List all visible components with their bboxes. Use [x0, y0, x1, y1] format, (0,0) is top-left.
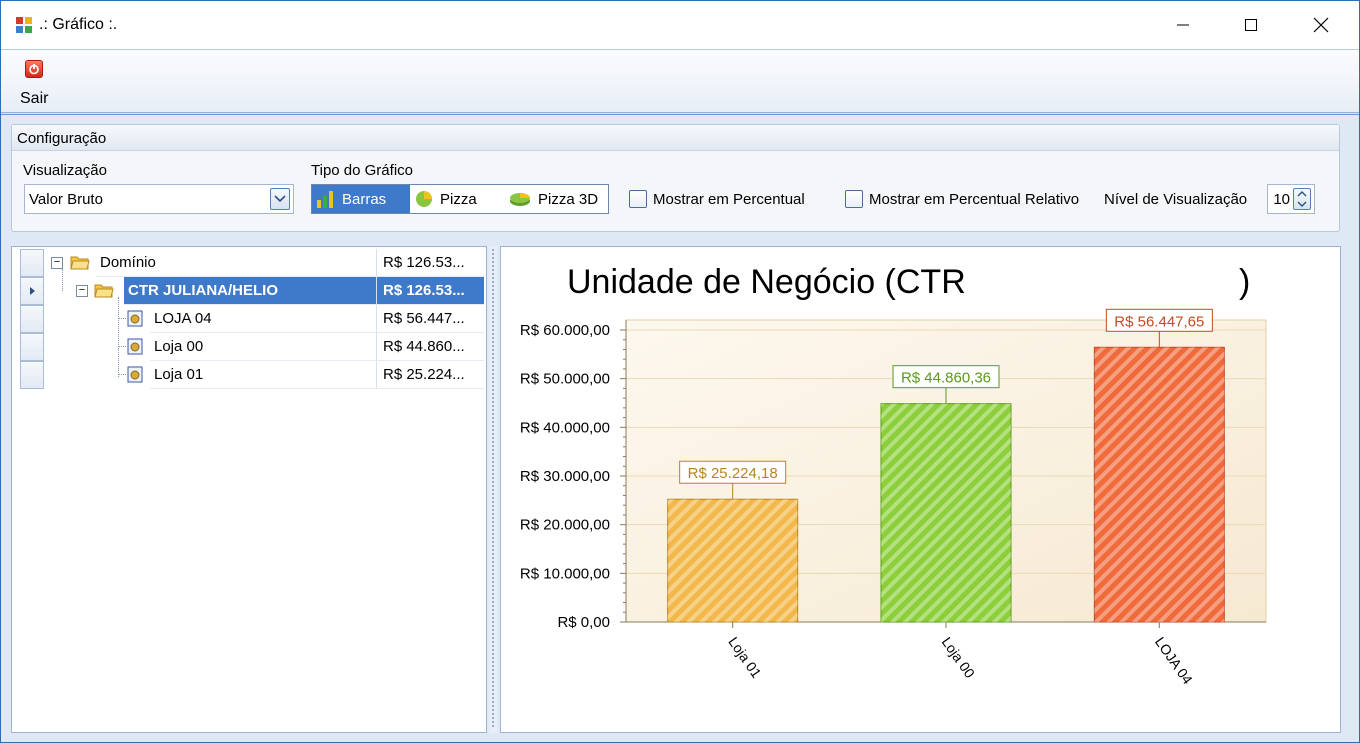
tree-row-name: Loja 00: [150, 333, 376, 361]
minimize-icon: [1177, 24, 1189, 26]
row-indicator: [20, 249, 44, 277]
tipo-grafico-label: Tipo do Gráfico: [311, 162, 413, 179]
tree-row-value: R$ 25.224...: [376, 361, 484, 389]
chart-panel: Unidade de Negócio (CTR ) R$ 0,00 R$ 10.0…: [500, 246, 1341, 733]
panel-splitter[interactable]: [489, 246, 497, 733]
tree-row-name: CTR JULIANA/HELIO: [124, 277, 376, 305]
percentual-checkbox[interactable]: [629, 190, 647, 208]
x-tick-label: Loja 00: [939, 634, 979, 681]
chart-type-label: Pizza: [440, 190, 477, 208]
visualizacao-label: Visualização: [23, 162, 107, 179]
tree-row-value: R$ 56.447...: [376, 305, 484, 333]
spinner-arrows-icon[interactable]: [1293, 188, 1311, 210]
chart-type-label: Barras: [342, 190, 387, 208]
tree-row-value: R$ 126.53...: [376, 249, 484, 277]
chart-type-label: Pizza 3D: [538, 190, 599, 208]
close-button[interactable]: [1291, 1, 1351, 49]
maximize-button[interactable]: [1221, 1, 1281, 49]
percentual-label: Mostrar em Percentual: [653, 191, 805, 208]
nivel-value: 10: [1273, 191, 1290, 208]
y-tick-label: R$ 30.000,00: [520, 468, 610, 485]
tree-list: − Domínio R$ 126.53... − CTR JULIANA/HEL…: [11, 246, 487, 733]
tree-row-loja[interactable]: Loja 00 R$ 44.860...: [12, 333, 486, 361]
y-tick-label: R$ 50.000,00: [520, 371, 610, 388]
app-window: .: Gráfico :. Sair Configuração Visualiz: [0, 0, 1360, 743]
row-indicator: [20, 277, 44, 305]
tree-row-dominio[interactable]: − Domínio R$ 126.53...: [12, 249, 486, 277]
window-title: .: Gráfico :.: [39, 16, 118, 33]
config-group: Configuração Visualização Valor Bruto Ti…: [11, 124, 1340, 232]
tree-row-loja[interactable]: LOJA 04 R$ 56.447...: [12, 305, 486, 333]
chart-type-pizza-3d[interactable]: Pizza 3D: [504, 185, 608, 213]
bar-chart: Unidade de Negócio (CTR ) R$ 0,00 R$ 10.0…: [520, 263, 1267, 687]
title-bar: .: Gráfico :.: [1, 1, 1359, 49]
y-tick-label: R$ 20.000,00: [520, 517, 610, 534]
chevron-down-icon[interactable]: [270, 188, 290, 210]
y-tick-label: R$ 10.000,00: [520, 565, 610, 582]
chart-type-barras[interactable]: Barras: [312, 185, 410, 213]
bar-chart-icon: [317, 191, 333, 208]
collapse-icon[interactable]: −: [51, 257, 63, 269]
store-icon: [127, 310, 143, 327]
tree-row-loja[interactable]: Loja 01 R$ 25.224...: [12, 361, 486, 389]
tree-row-value: R$ 44.860...: [376, 333, 484, 361]
y-tick-label: R$ 40.000,00: [520, 419, 610, 436]
data-label: R$ 44.860,36: [901, 370, 991, 387]
config-title: Configuração: [12, 125, 1339, 151]
chart-type-pizza[interactable]: Pizza: [410, 185, 504, 213]
nivel-label: Nível de Visualização: [1104, 191, 1248, 208]
store-icon: [127, 366, 143, 383]
exit-label: Sair: [20, 90, 49, 107]
power-icon: [25, 60, 43, 78]
visualizacao-value: Valor Bruto: [29, 191, 103, 208]
toolbar: Sair: [1, 49, 1359, 113]
bar-hatch: [881, 403, 1011, 622]
collapse-icon[interactable]: −: [76, 285, 88, 297]
tree-row-name: Domínio: [96, 249, 376, 277]
chart-title: Unidade de Negócio (CTR: [567, 263, 966, 301]
tree-row-name: LOJA 04: [150, 305, 376, 333]
data-label: R$ 25.224,18: [688, 465, 778, 482]
x-tick-label: LOJA 04: [1152, 634, 1196, 687]
nivel-spinner[interactable]: 10: [1267, 184, 1315, 214]
minimize-button[interactable]: [1153, 1, 1213, 49]
bar-hatch: [667, 499, 798, 622]
percentual-relativo-label: Mostrar em Percentual Relativo: [869, 191, 1080, 208]
store-icon: [127, 338, 143, 355]
tree-row-ctr[interactable]: − CTR JULIANA/HELIO R$ 126.53...: [12, 277, 486, 305]
x-tick-label: Loja 01: [725, 634, 765, 681]
tree-row-name: Loja 01: [150, 361, 376, 389]
y-tick-label: R$ 60.000,00: [520, 322, 610, 339]
main-area: Configuração Visualização Valor Bruto Ti…: [1, 114, 1359, 742]
pie-3d-icon: [510, 193, 530, 206]
bar-hatch: [1094, 347, 1225, 622]
maximize-icon: [1245, 19, 1257, 31]
y-tick-label: R$ 0,00: [557, 614, 610, 631]
folder-icon: [70, 256, 90, 270]
close-icon: [1313, 17, 1329, 33]
folder-icon: [94, 284, 114, 298]
current-row-arrow-icon: [30, 287, 35, 295]
exit-button[interactable]: Sair: [11, 54, 57, 110]
chart-type-selector: Barras Pizza Pizza 3D: [311, 184, 609, 214]
row-indicator: [20, 333, 44, 361]
row-indicator: [20, 361, 44, 389]
visualizacao-select[interactable]: Valor Bruto: [24, 184, 294, 214]
data-label: R$ 56.447,65: [1114, 313, 1204, 330]
row-indicator: [20, 305, 44, 333]
tree-row-value: R$ 126.53...: [376, 277, 484, 305]
percentual-relativo-checkbox[interactable]: [845, 190, 863, 208]
chart-title-end: ): [1239, 263, 1250, 301]
app-icon: [16, 17, 32, 33]
pie-chart-icon: [416, 191, 432, 207]
